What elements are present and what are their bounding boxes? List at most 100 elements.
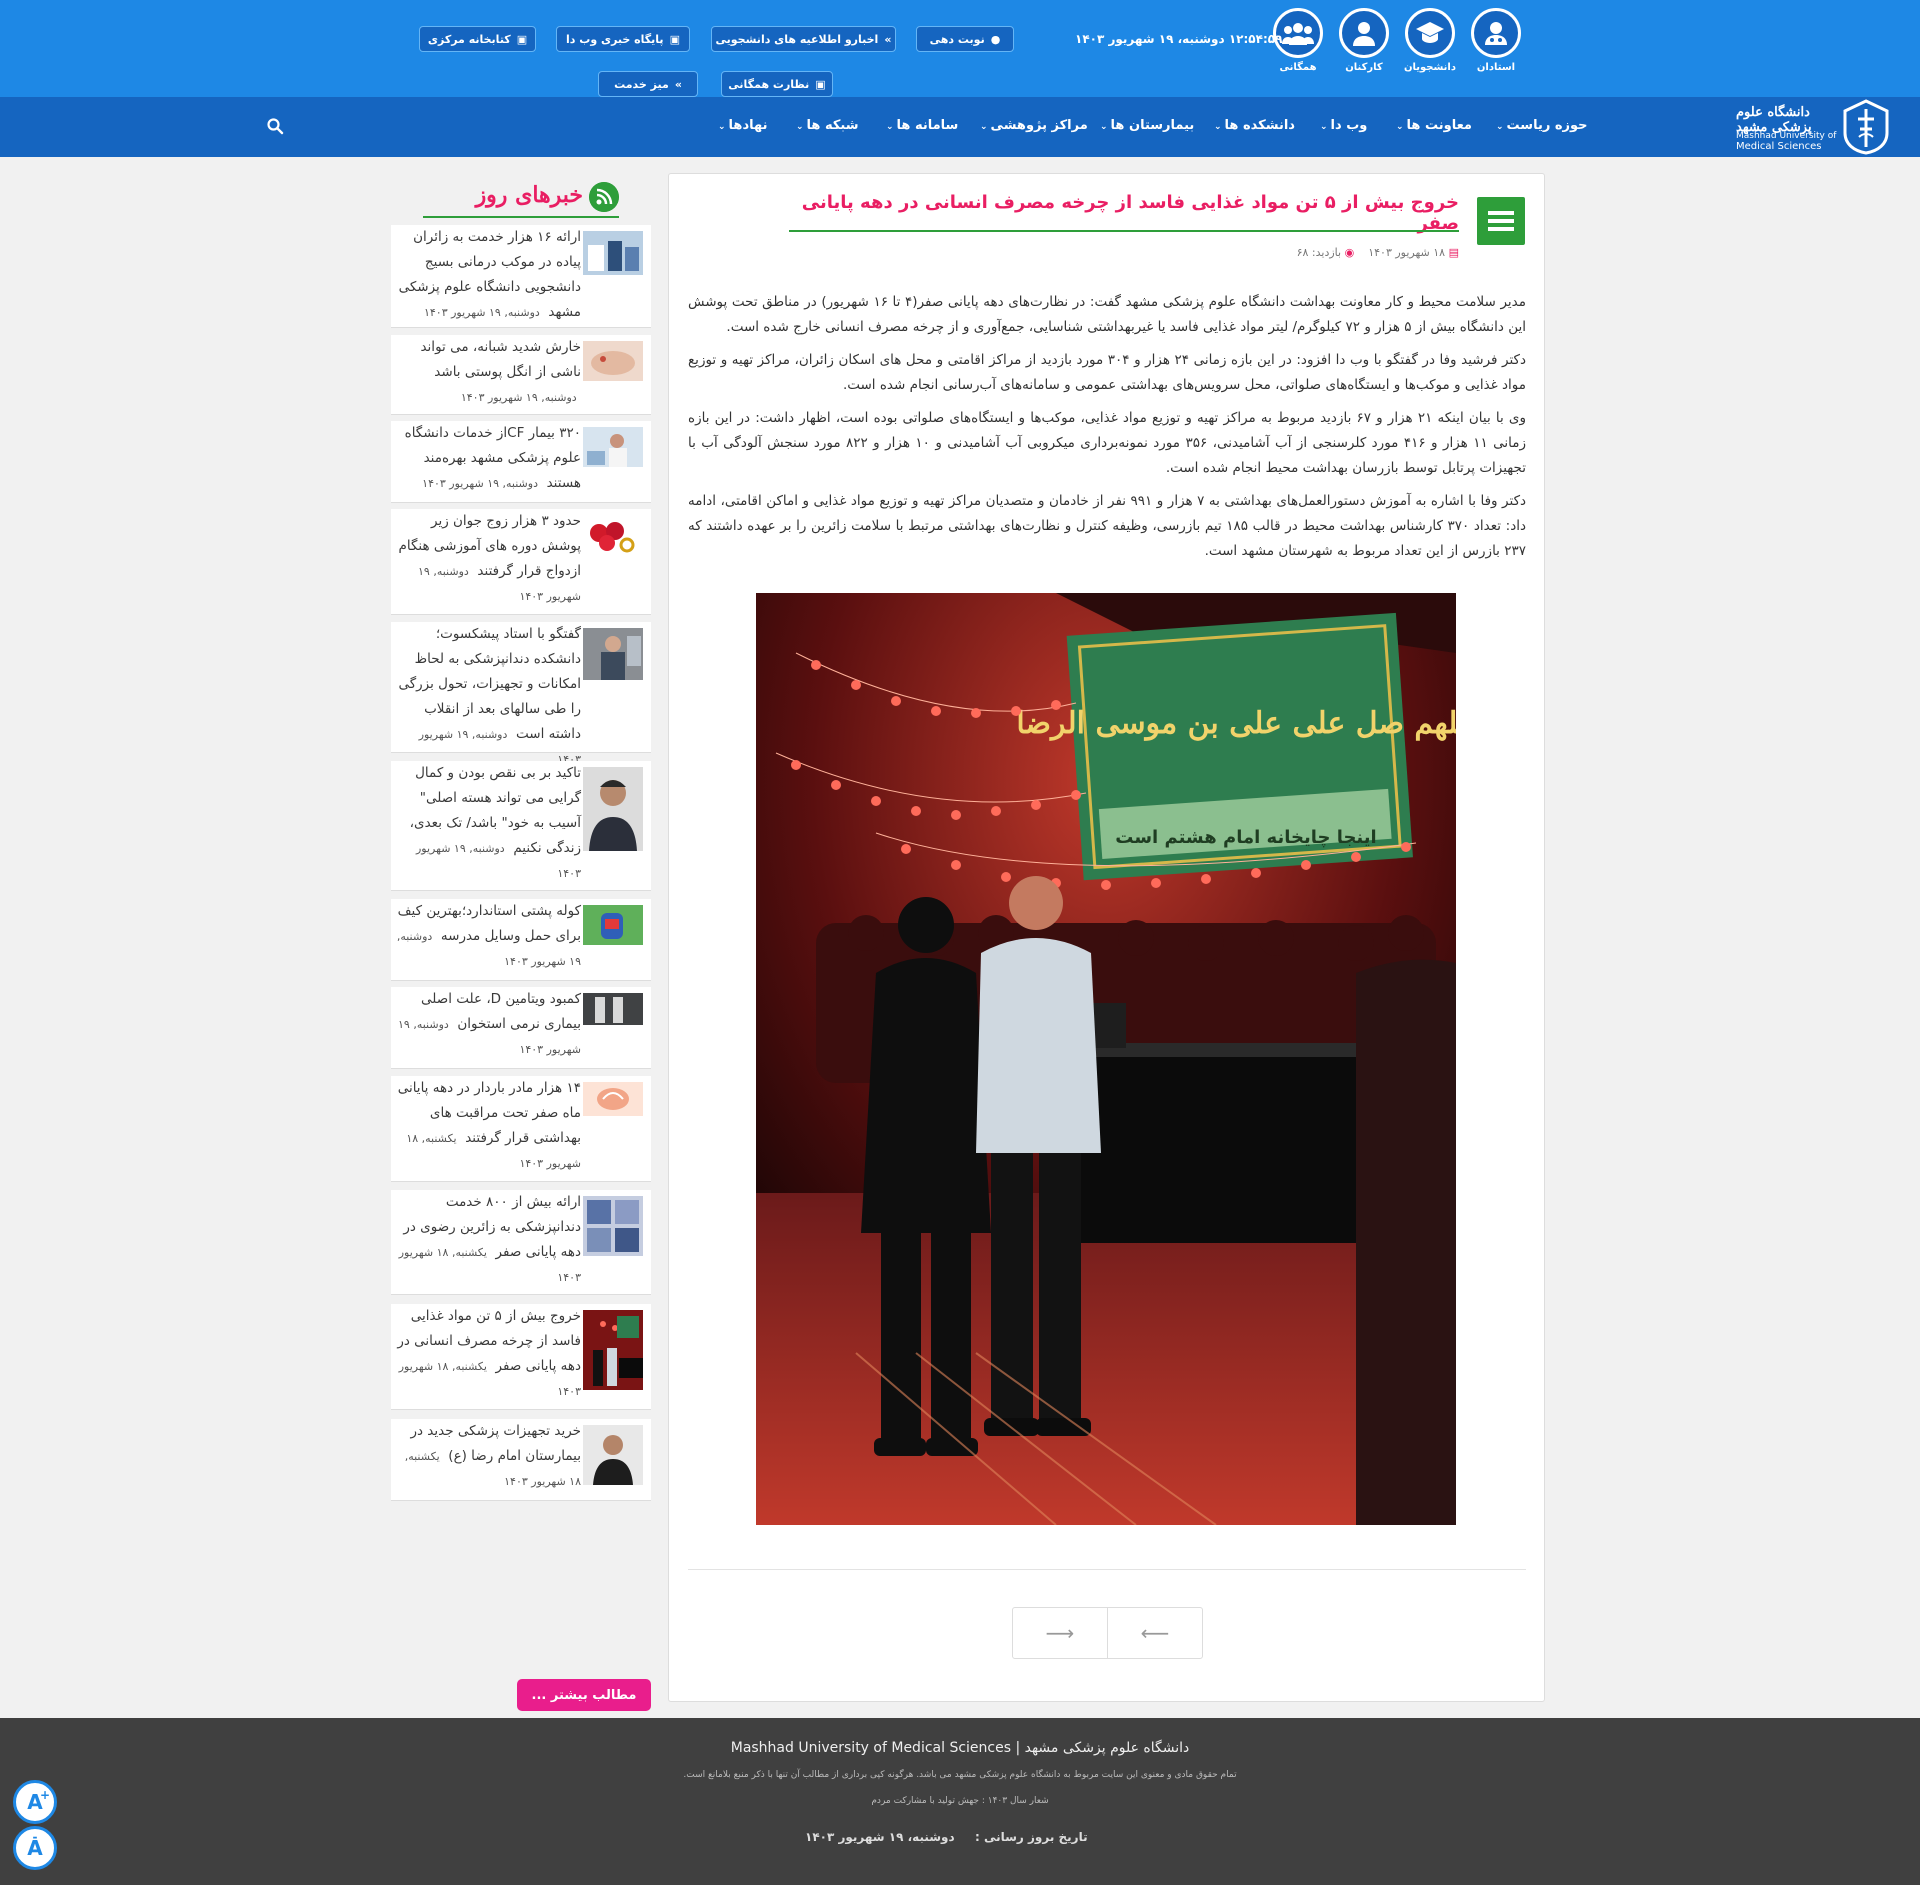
article-paragraph: دکتر فرشید وفا در گفتگو با وب دا افزود: … [688,352,1526,393]
news-thumbnail [583,1310,643,1390]
news-item[interactable]: حدود ۳ هزار زوج جوان زیر پوشش دوره های آ… [391,509,651,615]
next-article-button[interactable]: ⟶ [1013,1608,1108,1658]
news-item[interactable]: خرید تجهیزات پزشکی جدید در بیمارستان اما… [391,1419,651,1501]
chevron-down-icon: ⌄ [1496,122,1504,132]
increase-font-button[interactable]: A + [13,1780,57,1824]
svg-text:+: + [40,1788,50,1802]
article-photo: اللهم صل علی علی بن موسی الرضا اینجا چای… [756,593,1456,1525]
role-professors-label: استادان [1476,62,1516,73]
news-date: دوشنبه, ۱۹ شهریور ۱۴۰۳ [422,477,538,490]
university-logo[interactable]: دانشگاه علوم پزشکی مشهد Mashhad Universi… [1736,99,1891,155]
news-thumbnail [583,993,643,1025]
nav-item-faculties-label: دانشکده ها [1224,118,1295,133]
appointment-button[interactable]: ● نوبت دهی [916,26,1014,52]
news-title: خارش شدید شبانه، می تواند ناشی از انگل پ… [420,339,581,380]
eye-icon: ◉ [1344,246,1355,259]
article-pager: ⟶ ⟵ [1012,1607,1203,1659]
role-students[interactable]: دانشجویان [1400,8,1460,73]
public-monitoring-label: نظارت همگانی [728,77,810,91]
decrease-font-button[interactable]: A- [13,1826,57,1870]
news-item[interactable]: خارش شدید شبانه، می تواند ناشی از انگل پ… [391,335,651,415]
footer-slogan: شعار سال ۱۴۰۳ : جهش تولید با مشارکت مردم [871,1796,1049,1806]
rss-icon [589,182,619,212]
news-thumbnail [583,427,643,467]
current-datetime: ۱۲:۵۴:۵۹ دوشنبه، ۱۹ شهریور ۱۴۰۳ [1075,32,1283,46]
nav-item-research-centers-label: مراکز پژوهشی [990,118,1088,133]
nav-item-institutions-label: نهادها [728,118,768,133]
news-item[interactable]: تاکید بر بی نقص بودن و کمال گرایی می توا… [391,761,651,891]
service-desk-button[interactable]: » میز خدمت [598,71,698,97]
nav-item-institutions[interactable]: نهادها⌄ [718,118,767,133]
svg-text:-: - [33,1833,38,1844]
teacher-icon [1485,22,1507,45]
public-monitoring-button[interactable]: ▣ نظارت همگانی [721,71,833,97]
list-icon [1488,211,1514,231]
double-chevron-icon: » [884,32,892,46]
book-icon: ▣ [669,32,680,46]
footer-copyright: تمام حقوق مادی و معنوی این سایت مربوط به… [683,1770,1237,1780]
service-desk-label: میز خدمت [614,77,669,91]
appointment-label: نوبت دهی [929,32,985,46]
news-item[interactable]: ارائه بیش از ۸۰۰ خدمت دندانپزشکی به زائر… [391,1190,651,1295]
news-thumbnail [583,767,643,851]
footer-university-name: دانشگاه علوم پزشکی مشهد | Mashhad Univer… [730,1740,1190,1756]
library-button[interactable]: ▣ کتابخانه مرکزی [419,26,536,52]
news-item[interactable]: گفتگو با استاد پیشکسوت؛ دانشکده دندانپزش… [391,622,651,766]
more-news-button[interactable]: مطالب بیشتر ... [517,1679,651,1711]
article-paragraph: وی با بیان اینکه ۲۱ هزار و ۶۷ بازدید مرب… [688,410,1527,476]
news-date: دوشنبه, ۱۹ شهریور ۱۴۰۳ [460,391,577,404]
nav-item-webda[interactable]: وب دا⌄ [1320,118,1367,133]
news-thumbnail [583,1196,643,1256]
title-underline [789,230,1459,232]
nav-item-systems-label: سامانه ها [896,118,959,133]
search-icon[interactable] [266,117,284,135]
news-item[interactable]: ۱۴ هزار مادر باردار در دهه پایانی ماه صف… [391,1076,651,1182]
user-icon: ● [990,32,1001,46]
nav-item-presidency[interactable]: حوزه ریاست⌄ [1496,118,1588,133]
role-staff-label: کارکنان [1345,62,1383,73]
moukeb-scene-image: اللهم صل علی علی بن موسی الرضا اینجا چای… [756,593,1456,1525]
nav-item-networks[interactable]: شبکه ها⌄ [796,118,859,133]
previous-article-button[interactable]: ⟵ [1108,1608,1202,1658]
nav-item-hospitals[interactable]: بیمارستان ها⌄ [1100,118,1194,133]
article-date: ۱۸ شهریور ۱۴۰۳ [1368,246,1446,259]
article-card: خروج بیش از ۵ تن مواد غذایی فاسد از چرخه… [668,173,1545,1702]
webda-button[interactable]: ▣ پایگاه خبری وب دا [556,26,690,52]
news-item[interactable]: کمبود ویتامین D، علت اصلی بیماری نرمی اس… [391,987,651,1069]
news-item[interactable]: کوله پشتی استاندارد؛بهترین کیف برای حمل … [391,899,651,981]
news-date: دوشنبه, ۱۹ شهریور ۱۴۰۳ [423,306,540,319]
news-thumbnail [583,1082,643,1116]
chevron-down-icon: ⌄ [980,122,988,132]
nav-item-faculties[interactable]: دانشکده ها⌄ [1214,118,1295,133]
role-professors[interactable]: استادان [1466,8,1526,73]
arrow-right-icon: ⟶ [1045,1621,1075,1645]
news-item[interactable]: ۳۲۰ بیمار CFاز خدمات دانشگاه علوم پزشکی … [391,421,651,503]
footer-update-date: دوشنبه، ۱۹ شهریور ۱۴۰۳ [805,1830,955,1844]
role-public-label: همگانی [1279,62,1317,73]
sidebar-header: خبرهای روز [423,178,619,218]
footer-update-label: تاریخ بروز رسانی : [975,1830,1088,1844]
font-decrease-icon: A- [27,1833,43,1860]
role-staff[interactable]: کارکنان [1334,8,1394,73]
arrow-left-icon: ⟵ [1140,1621,1170,1645]
nav-item-networks-label: شبکه ها [806,118,859,133]
nav-item-systems[interactable]: سامانه ها⌄ [886,118,958,133]
news-item[interactable]: ارائه ۱۶ هزار خدمت به زائران پیاده در مو… [391,225,651,328]
banner-line-2: اینجا چایخانه امام هشتم است [1115,827,1376,848]
nav-item-hospitals-label: بیمارستان ها [1110,118,1195,133]
nav-item-webda-label: وب دا [1330,118,1368,133]
nav-item-research-centers[interactable]: مراکز پژوهشی⌄ [980,118,1088,133]
calendar-icon: ▤ [1448,246,1459,259]
webda-label: پایگاه خبری وب دا [566,32,664,46]
article-type-badge [1477,197,1525,245]
divider [688,1569,1526,1570]
staff-icon [1353,22,1375,46]
news-thumbnail [583,905,643,945]
news-thumbnail [583,628,643,680]
nav-item-deputies[interactable]: معاونت ها⌄ [1396,118,1472,133]
article-paragraph: مدیر سلامت محیط و کار معاونت بهداشت دانش… [688,294,1526,335]
news-item[interactable]: خروج بیش از ۵ تن مواد غذایی فاسد از چرخه… [391,1304,651,1410]
student-news-button[interactable]: » اخبارو اطلاعیه های دانشجویی [711,26,896,52]
nav-item-presidency-label: حوزه ریاست [1506,118,1588,133]
news-thumbnail [583,231,643,275]
